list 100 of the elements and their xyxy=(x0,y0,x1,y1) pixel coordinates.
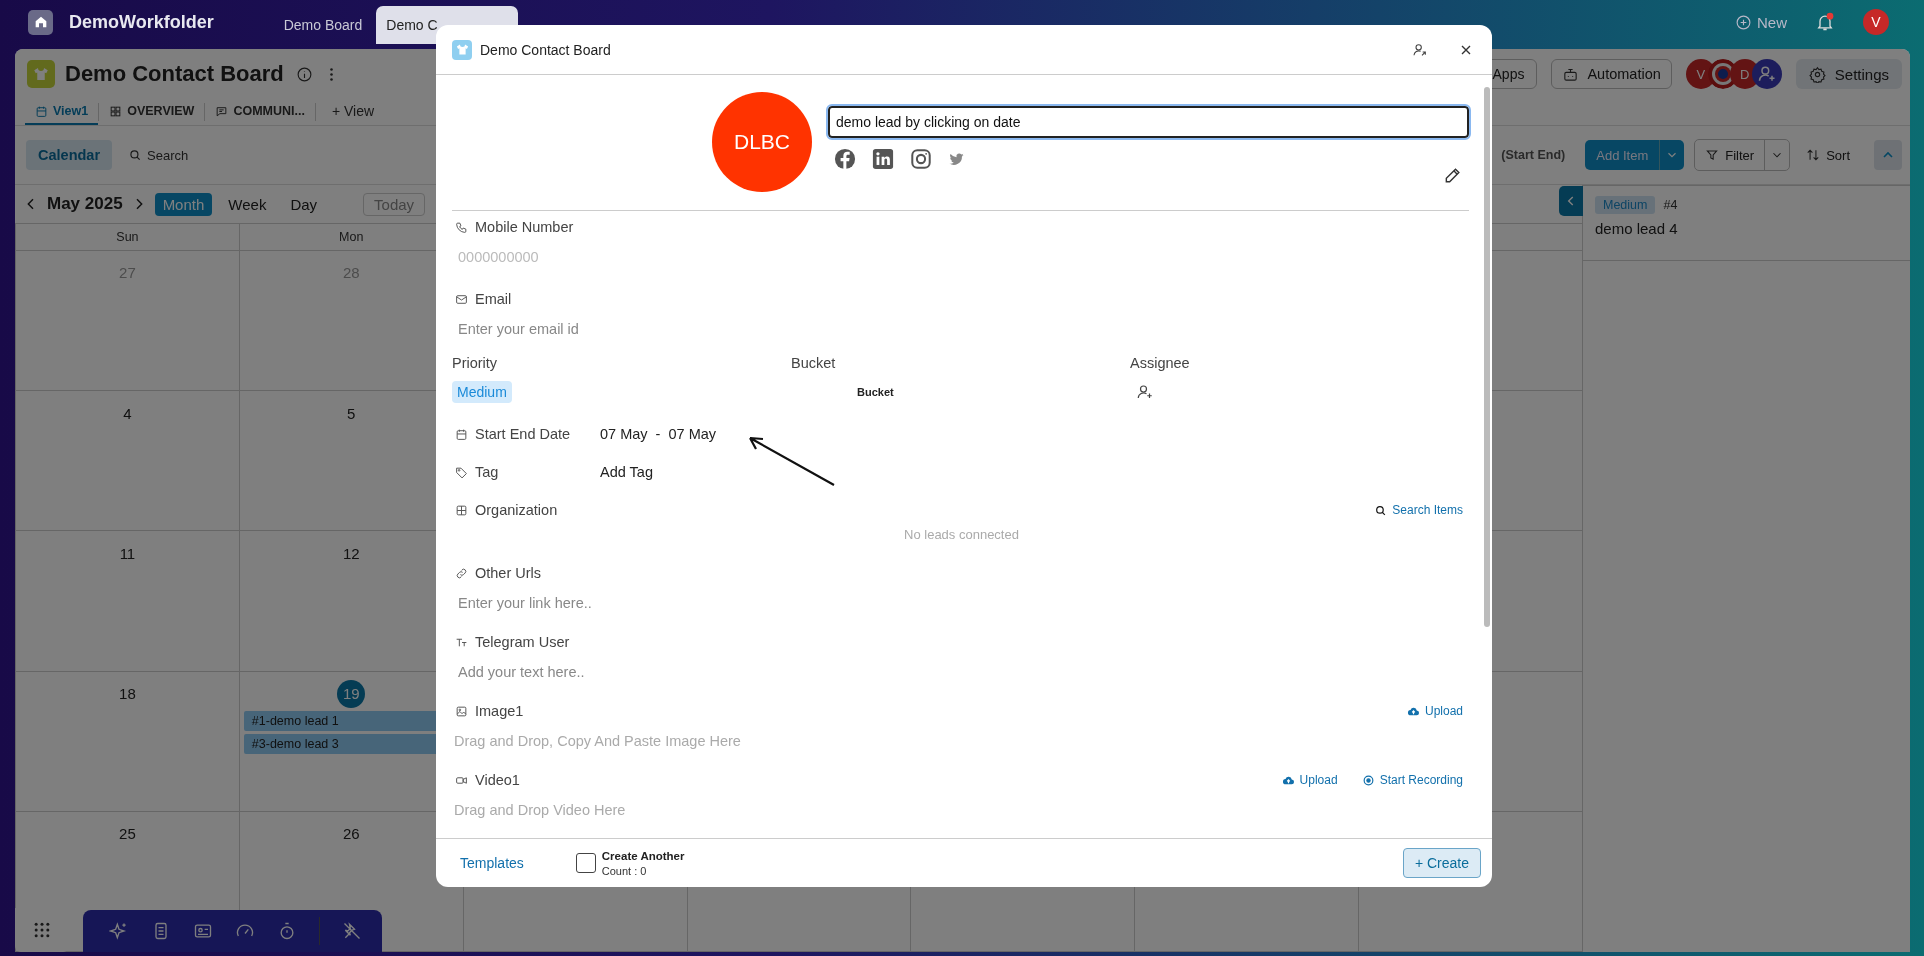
facebook-icon[interactable] xyxy=(834,148,856,170)
filter-button[interactable]: Filter xyxy=(1694,139,1791,171)
assign-user-icon[interactable] xyxy=(1412,41,1428,58)
view-tab[interactable]: View1 xyxy=(25,99,99,125)
shirt-icon xyxy=(27,60,55,88)
date-field-label[interactable]: (Start End) xyxy=(1501,148,1566,162)
search-icon xyxy=(128,148,143,162)
grid-icon xyxy=(109,104,123,118)
calendar-view-button[interactable]: Calendar xyxy=(26,140,113,170)
record-link[interactable]: Start Recording xyxy=(1361,773,1463,787)
user-plus-icon xyxy=(1756,64,1777,84)
chat-icon xyxy=(215,104,229,118)
search-icon xyxy=(1374,503,1388,517)
settings-icon xyxy=(1808,65,1826,83)
day-number[interactable]: 19 xyxy=(337,679,366,708)
collapse-panel-button[interactable] xyxy=(1559,186,1583,216)
instagram-icon[interactable] xyxy=(910,148,932,170)
sparkle-icon[interactable] xyxy=(109,921,129,941)
field-label: Telegram User xyxy=(452,630,1469,654)
count-text: Count : 0 xyxy=(601,864,648,877)
contact-avatar: DLBC xyxy=(712,92,812,192)
info-icon[interactable] xyxy=(295,65,313,83)
input-field[interactable]: Add your text here.. xyxy=(452,654,1469,690)
bird-icon[interactable] xyxy=(948,150,965,168)
empty-hint: No leads connected xyxy=(903,525,1020,544)
field-value[interactable]: 07 May - 07 May xyxy=(600,426,717,442)
calendar-icon xyxy=(455,427,468,441)
today-button[interactable]: Today xyxy=(363,192,426,216)
field-label: Other Urls xyxy=(452,561,1469,585)
phone-icon xyxy=(455,220,468,234)
settings-button[interactable]: Settings xyxy=(1795,59,1902,89)
calendar-mode-button[interactable]: Week xyxy=(220,192,275,216)
sort-button[interactable]: Sort xyxy=(1806,147,1850,163)
cloud-upload-link[interactable]: Upload xyxy=(1281,773,1338,787)
dialog-title: Demo Contact Board xyxy=(480,41,611,58)
day-number[interactable]: 25 xyxy=(113,819,142,848)
user-avatar[interactable]: V xyxy=(1863,9,1889,35)
link-icon xyxy=(455,566,468,580)
calendar-mode-button[interactable]: Day xyxy=(282,192,326,216)
board-tab[interactable]: Demo Board xyxy=(273,6,373,44)
record-icon xyxy=(1361,773,1375,787)
input-field[interactable]: Enter your link here.. xyxy=(452,585,1469,621)
linkedin-icon[interactable] xyxy=(872,148,894,170)
checkbox-label: Create Another xyxy=(601,849,685,862)
envelope-icon xyxy=(455,292,468,306)
automation-button[interactable]: Automation xyxy=(1551,59,1672,89)
input-field[interactable]: Enter your email id xyxy=(452,311,1469,347)
image-icon xyxy=(455,704,468,718)
priority-tag: Medium xyxy=(1595,196,1656,214)
search-link[interactable]: Search Items xyxy=(1374,503,1463,517)
cloud-upload-link[interactable]: Upload xyxy=(1406,704,1463,718)
workspace-name: DemoWorkfolder xyxy=(69,11,214,33)
board-title: Demo Contact Board xyxy=(65,61,284,87)
lead-card[interactable]: Medium #4 demo lead 4 xyxy=(1583,186,1910,261)
weekday-header: Sun xyxy=(15,224,239,250)
search-button[interactable]: Search xyxy=(128,147,189,163)
item-number: #4 xyxy=(1663,198,1678,212)
field-label: Email xyxy=(452,287,1469,311)
edit-icon[interactable] xyxy=(1443,165,1463,185)
templates-link[interactable]: Templates xyxy=(460,855,524,871)
new-button[interactable]: New xyxy=(1735,13,1787,31)
calendar-mode-button[interactable]: Month xyxy=(154,192,213,216)
field-value[interactable]: Add Tag xyxy=(600,464,653,480)
field-label: Start End Date xyxy=(452,422,600,446)
add-user-icon[interactable] xyxy=(1136,383,1154,401)
shirt-icon xyxy=(452,39,472,60)
name-field[interactable]: demo lead by clicking on date xyxy=(828,106,1469,138)
day-number[interactable]: 11 xyxy=(113,539,142,568)
property-label: Priority xyxy=(452,355,499,371)
lead-title: demo lead 4 xyxy=(1595,220,1679,237)
calendar-icon xyxy=(35,104,48,118)
day-number[interactable]: 18 xyxy=(113,679,142,708)
day-number[interactable]: 4 xyxy=(113,399,142,428)
bucket-value[interactable]: Bucket xyxy=(791,386,894,398)
add-view-button[interactable]: + View xyxy=(315,99,385,125)
empty-hint: Drag and Drop Video Here xyxy=(453,801,627,820)
priority-tag[interactable]: Medium xyxy=(452,381,512,403)
day-number[interactable]: 12 xyxy=(337,539,366,568)
checkbox[interactable] xyxy=(575,853,596,873)
scrollbar[interactable] xyxy=(1484,87,1490,627)
tag-icon xyxy=(455,465,468,479)
view-tab[interactable]: COMMUNI... xyxy=(205,99,315,125)
add-member-icon[interactable] xyxy=(1751,59,1782,89)
view-tab[interactable]: OVERVIEW xyxy=(99,99,205,125)
property-label: Bucket xyxy=(791,355,837,371)
field-label: Tag xyxy=(452,460,600,484)
create-button[interactable]: + Create xyxy=(1402,848,1481,878)
day-number[interactable]: 26 xyxy=(337,819,366,848)
funnel-icon xyxy=(1705,148,1720,162)
month-title: May 2025 xyxy=(47,194,123,214)
property-label: Assignee xyxy=(1130,355,1191,371)
grid-icon xyxy=(455,503,468,517)
day-number[interactable]: 5 xyxy=(337,399,366,428)
unpin-icon[interactable] xyxy=(342,921,362,941)
field-label: Video1 xyxy=(452,768,520,792)
bell-icon[interactable] xyxy=(1815,12,1835,32)
plus-circle-icon xyxy=(1735,13,1752,31)
home-button[interactable] xyxy=(28,9,53,35)
dots-grid-icon xyxy=(32,920,52,940)
sort-icon xyxy=(1806,148,1821,162)
